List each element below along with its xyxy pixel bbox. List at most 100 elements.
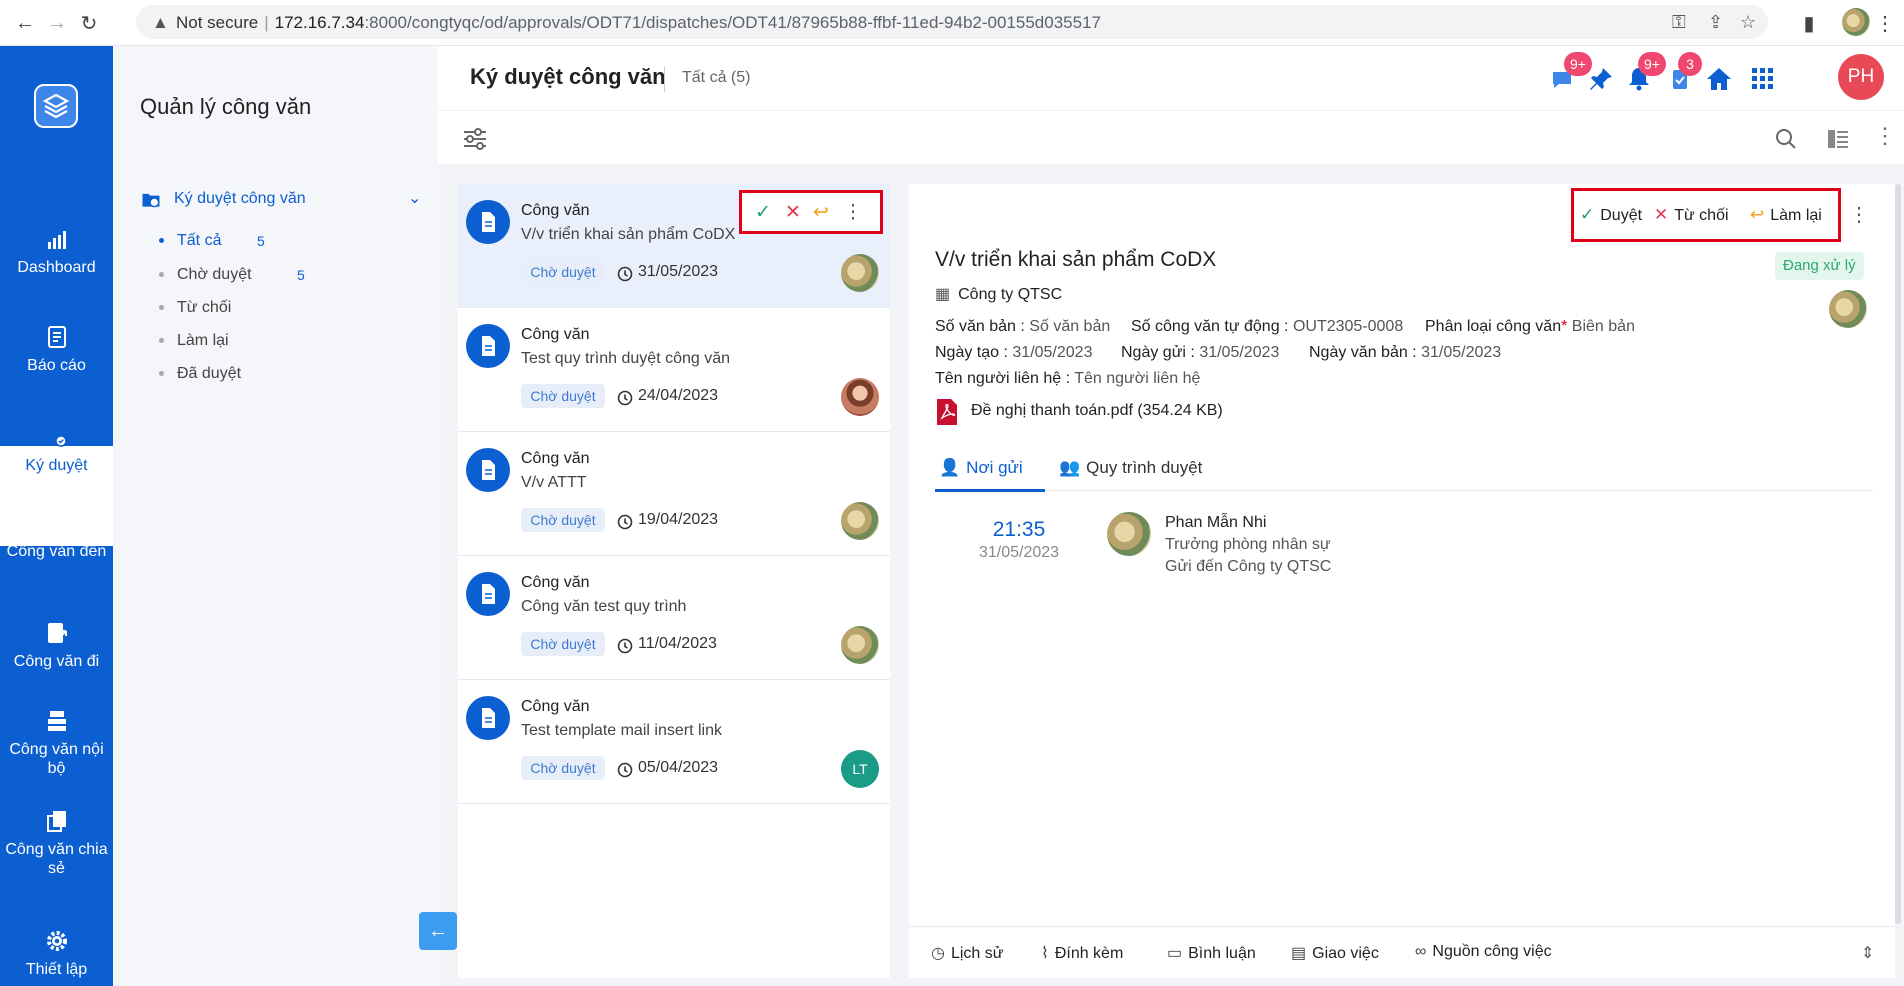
notifications-button[interactable]: 9+ — [1624, 52, 1666, 94]
history-button[interactable]: ◷ Lịch sử — [931, 943, 1003, 963]
nav-label: Công văn nội bộ — [9, 741, 104, 777]
list-item[interactable]: Công văn V/v ATTT Chờ duyệt 19/04/2023 — [458, 432, 890, 556]
paperclip-icon: ⌇ — [1041, 945, 1049, 962]
reply-icon: ↩ — [1750, 205, 1765, 224]
document-list: Công văn V/v triển khai sản phẩm CoDX Ch… — [458, 184, 890, 978]
menu-icon[interactable]: ⋮ — [1872, 10, 1898, 36]
row-actions: ✓ ✕ ↩ ⋮ — [739, 190, 883, 234]
history-icon: ◷ — [931, 945, 945, 962]
expand-icon[interactable]: ⇕ — [1861, 943, 1874, 963]
nav-shared[interactable]: Công văn chia sẻ — [0, 808, 113, 878]
messages-button[interactable]: 9+ — [1550, 52, 1592, 94]
star-icon[interactable]: ☆ — [1740, 12, 1756, 33]
redo-button[interactable]: ↩ Làm lại — [1750, 205, 1822, 225]
sidebar-item-all[interactable]: Tất cả 5 — [159, 232, 265, 250]
page-title: Ký duyệt công văn — [470, 64, 666, 89]
sidebar-group-approval[interactable]: Ký duyệt công văn ⌄ — [140, 188, 430, 212]
home-button[interactable] — [1704, 64, 1734, 94]
tab-sender[interactable]: 👤 Nơi gửi — [939, 458, 1023, 478]
nav-dashboard[interactable]: Dashboard — [0, 226, 113, 277]
avatar — [841, 626, 879, 664]
nav-approval[interactable]: Ký duyệt — [0, 424, 113, 475]
sidebar-item-redo[interactable]: Làm lại — [159, 332, 229, 350]
document-icon — [466, 572, 510, 616]
list-view-icon[interactable] — [1826, 127, 1850, 151]
key-icon[interactable]: ⚿ — [1672, 12, 1686, 33]
item-date: 24/04/2023 — [638, 387, 719, 404]
reload-icon[interactable]: ↻ — [76, 10, 102, 36]
nav-outgoing[interactable]: Công văn đi — [0, 620, 113, 671]
share-icon[interactable]: ⇪ — [1708, 12, 1723, 33]
attach-button[interactable]: ⌇ Đính kèm — [1041, 943, 1123, 963]
sidebar-item-pending[interactable]: Chờ duyệt 5 — [159, 266, 305, 284]
status-badge: Chờ duyệt — [521, 756, 605, 780]
tab-workflow[interactable]: 👥 Quy trình duyệt — [1059, 458, 1202, 478]
approve-button[interactable]: ✓ Duyệt — [1580, 205, 1642, 225]
list-item[interactable]: Công văn Test template mail insert link … — [458, 680, 890, 804]
alarm-clock-icon — [617, 514, 633, 530]
filter-sliders-icon[interactable] — [462, 127, 488, 151]
chevron-down-icon[interactable]: ⌄ — [408, 188, 421, 208]
detail-footer: ◷ Lịch sử ⌇ Đính kèm ▭ Bình luận ▤ Giao việc… — [909, 926, 1895, 978]
sent-date: 31/05/2023 — [978, 544, 1060, 561]
profile-avatar[interactable] — [1842, 8, 1870, 36]
pin-button[interactable] — [1586, 64, 1616, 94]
more-icon[interactable]: ⋮ — [1849, 202, 1869, 227]
document-icon — [466, 696, 510, 740]
nav-internal[interactable]: Công văn nội bộ — [0, 708, 113, 778]
sidebar-item-label: Chờ duyệt — [177, 266, 252, 283]
list-item[interactable]: Công văn Test quy trình duyệt công văn C… — [458, 308, 890, 432]
source-button[interactable]: ∞ Nguồn công việc — [1415, 943, 1552, 961]
comment-button[interactable]: ▭ Bình luận — [1167, 943, 1256, 963]
sender-name: Phan Mẫn Nhi — [1165, 514, 1267, 531]
sidebar-item-approved[interactable]: Đã duyệt — [159, 365, 241, 383]
pin-icon — [1590, 68, 1612, 90]
avatar — [841, 378, 879, 416]
scrollbar[interactable] — [1895, 184, 1901, 924]
document-icon — [466, 448, 510, 492]
reject-icon[interactable]: ✕ — [782, 202, 804, 224]
status-badge: Chờ duyệt — [521, 384, 605, 408]
sent-time: 21:35 — [992, 518, 1046, 541]
assign-button[interactable]: ▤ Giao việc — [1291, 943, 1379, 963]
list-toolbar: ⋮ — [438, 110, 1904, 164]
reject-button[interactable]: ✕ Từ chối — [1654, 205, 1729, 225]
apps-button[interactable] — [1748, 64, 1778, 94]
user-avatar[interactable]: PH — [1838, 54, 1884, 100]
meta-ngay-tao: Ngày tạo : 31/05/2023 — [935, 344, 1093, 361]
nav-settings[interactable]: Thiết lập — [0, 928, 113, 979]
avatar — [1829, 290, 1867, 328]
document-title: V/v triển khai sản phẩm CoDX — [935, 248, 1217, 271]
back-icon[interactable]: ← — [12, 10, 38, 36]
more-icon[interactable]: ⋮ — [842, 202, 864, 224]
app-logo[interactable] — [34, 84, 78, 128]
approve-icon[interactable]: ✓ — [752, 202, 774, 224]
avatar — [841, 502, 879, 540]
sidepanel-icon[interactable]: ▮ — [1796, 10, 1822, 36]
url-path: :8000/congtyqc/od/approvals/ODT71/dispat… — [364, 13, 1101, 32]
detail-panel: ✓ Duyệt ✕ Từ chối ↩ Làm lại ⋮ V/v triển kha… — [909, 184, 1895, 978]
item-date: 11/04/2023 — [638, 635, 717, 652]
search-icon[interactable] — [1774, 127, 1798, 151]
redo-icon[interactable]: ↩ — [810, 202, 832, 224]
sidebar-item-rejected[interactable]: Từ chối — [159, 299, 231, 317]
tasks-badge: 3 — [1678, 52, 1702, 76]
nav-label: Công văn đi — [13, 653, 100, 670]
security-label: Not secure — [176, 13, 259, 32]
item-subject: V/v triển khai sản phẩm CoDX — [521, 226, 736, 243]
pdf-icon — [937, 399, 957, 425]
collapse-button[interactable]: ← — [419, 912, 457, 950]
clipboard-icon: ▤ — [1291, 945, 1307, 962]
nav-incoming[interactable]: Công văn đến — [0, 510, 113, 561]
address-bar[interactable]: ▲ Not secure | 172.16.7.34:8000/congtyqc/o… — [136, 5, 1768, 39]
list-item[interactable]: Công văn V/v triển khai sản phẩm CoDX Ch… — [458, 184, 890, 308]
check-icon: ✓ — [1580, 205, 1595, 224]
more-icon[interactable]: ⋮ — [1874, 123, 1896, 149]
item-date: 05/04/2023 — [638, 759, 719, 776]
item-subject: Công văn test quy trình — [521, 598, 687, 615]
url-host: 172.16.7.34 — [274, 13, 365, 32]
tasks-button[interactable]: 3 — [1666, 52, 1702, 94]
nav-report[interactable]: Báo cáo — [0, 324, 113, 375]
list-item[interactable]: Công văn Công văn test quy trình Chờ duy… — [458, 556, 890, 680]
forward-icon[interactable]: → — [44, 10, 70, 36]
